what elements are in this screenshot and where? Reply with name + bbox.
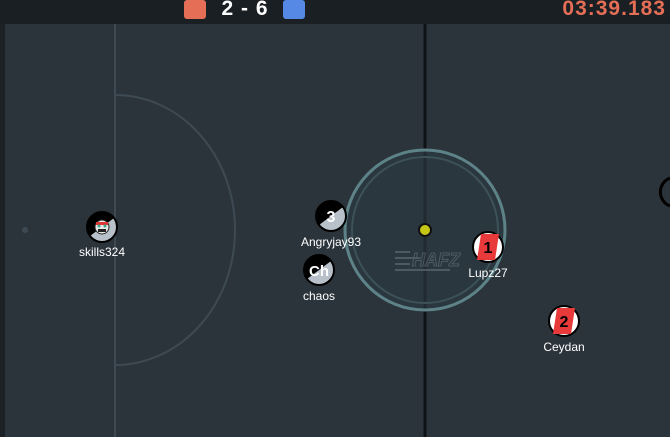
emoji-face-icon	[94, 219, 110, 235]
player-avatar-number: 3	[327, 209, 336, 226]
game-field: HAFZ 3 Ch 1 2	[5, 24, 670, 437]
blue-team-color-box	[283, 0, 305, 19]
player-skills324	[86, 211, 118, 243]
player-chaos: Ch	[303, 254, 335, 286]
red-team-color-box	[184, 0, 206, 19]
ball	[418, 223, 432, 237]
player-name-label: chaos	[302, 289, 336, 303]
left-spot	[22, 227, 28, 233]
player-name-label: Angryjay93	[300, 235, 362, 249]
scoreboard-bar: 2 - 6 03:39.183	[0, 0, 670, 24]
player-avatar-initials: Ch	[309, 263, 329, 280]
player-angryjay93: 3	[315, 200, 347, 232]
player-avatar-number: 1	[484, 240, 493, 257]
player-name-label: Lupz27	[468, 266, 508, 280]
match-timer: 03:39.183	[562, 0, 666, 20]
score-display: 2 - 6	[221, 0, 269, 20]
player-ceydan: 2	[548, 305, 580, 337]
player-name-label: Ceydan	[543, 340, 585, 354]
player-lupz27: 1	[472, 231, 504, 263]
player-avatar-number: 2	[560, 314, 569, 331]
player-name-label: skills324	[78, 245, 126, 259]
